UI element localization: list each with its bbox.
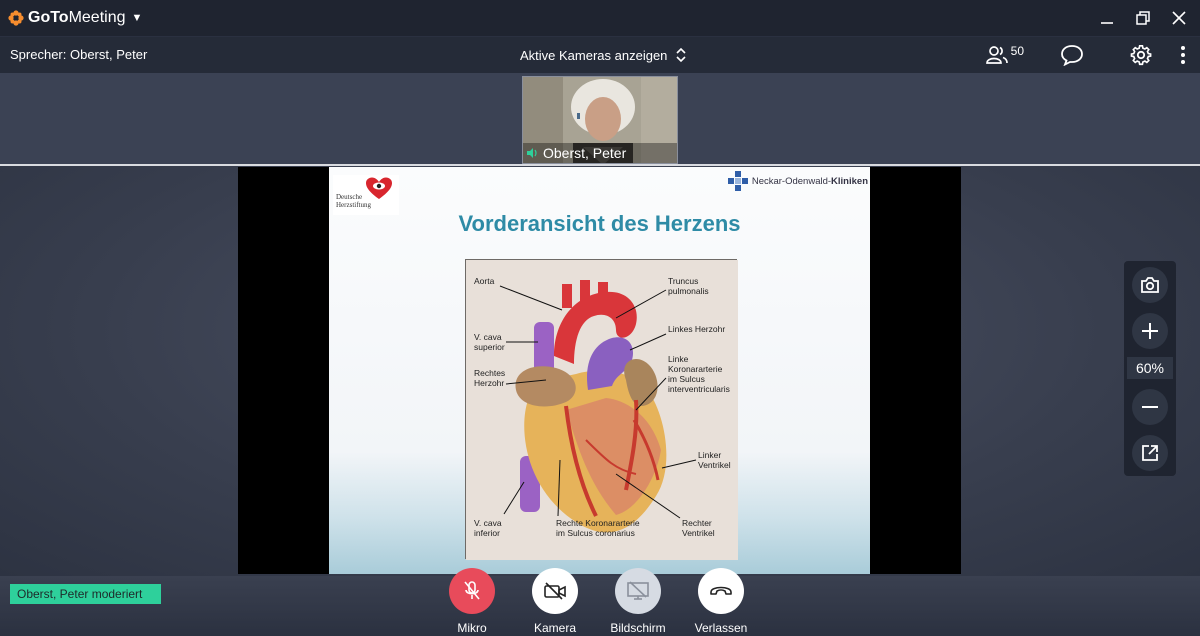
- camera-label: Kamera: [533, 621, 577, 635]
- screen-share-off-icon: [627, 581, 649, 600]
- moderator-badge: Oberst, Peter moderiert: [10, 584, 161, 604]
- minimize-icon[interactable]: [1098, 9, 1116, 27]
- app-menu-caret-icon[interactable]: ▼: [132, 12, 143, 24]
- camera-view-label: Aktive Kameras anzeigen: [520, 47, 668, 63]
- leave-button-circle: [698, 568, 744, 614]
- restore-icon[interactable]: [1134, 9, 1152, 27]
- camera-button[interactable]: Kamera: [515, 568, 595, 635]
- close-icon[interactable]: [1170, 9, 1188, 27]
- leave-label: Verlassen: [694, 621, 748, 635]
- leave-button[interactable]: Verlassen: [681, 568, 761, 635]
- mic-label: Mikro: [457, 621, 487, 635]
- mic-muted-icon: [464, 581, 480, 600]
- screen-share-button-circle: [615, 568, 661, 614]
- zoom-level: 60%: [1127, 357, 1173, 379]
- external-window-icon: [1142, 445, 1158, 461]
- app-logo[interactable]: GoToMeeting ▼: [8, 9, 142, 27]
- slide-logo-left: Deutsche Herzstiftung: [333, 175, 399, 215]
- attendees-button[interactable]: 50: [985, 42, 1024, 68]
- label-linker-ventrikel: Linker Ventrikel: [698, 450, 731, 470]
- more-options-button[interactable]: [1180, 42, 1186, 68]
- popout-button[interactable]: [1132, 435, 1168, 471]
- clinic-cross-logo-icon: [727, 171, 748, 191]
- webcam-tile[interactable]: Oberst, Peter: [522, 76, 678, 164]
- zoom-out-button[interactable]: [1132, 389, 1168, 425]
- active-speaker-label: Sprecher: Oberst, Peter: [10, 47, 148, 62]
- title-bar: GoToMeeting ▼: [0, 0, 1200, 36]
- minus-icon: [1142, 406, 1158, 408]
- screen-share-stage: Deutsche Herzstiftung Neckar-Odenwald-Kl…: [0, 166, 1200, 576]
- label-rechtes-herzohr: Rechtes Herzohr: [474, 368, 506, 388]
- label-linke-koronar: Linke Koronararterie im Sulcus intervent…: [668, 354, 730, 394]
- label-aorta: Aorta: [474, 276, 495, 286]
- slide-logo-right-text: Neckar-Odenwald-Kliniken: [751, 175, 868, 187]
- snapshot-button[interactable]: [1132, 267, 1168, 303]
- mic-button[interactable]: Mikro: [432, 568, 512, 635]
- camera-strip: Oberst, Peter: [0, 73, 1200, 164]
- chat-bubble-icon: [1061, 45, 1083, 66]
- app-title: GoToMeeting: [28, 9, 126, 26]
- zoom-panel: 60%: [1124, 261, 1176, 476]
- people-icon: [985, 46, 1008, 64]
- camera-snapshot-icon: [1141, 277, 1159, 293]
- camera-button-circle: [532, 568, 578, 614]
- slide-title: Vorderansicht des Herzens: [458, 211, 741, 236]
- meeting-toolbar: Sprecher: Oberst, Peter Aktive Kameras a…: [0, 37, 1200, 73]
- label-rechter-ventrikel: Rechter Ventrikel: [682, 518, 715, 538]
- chat-button[interactable]: [1060, 42, 1084, 68]
- webcam-name-bar: Oberst, Peter: [523, 143, 677, 163]
- camera-off-icon: [544, 582, 566, 600]
- screen-share-button[interactable]: Bildschirm: [598, 568, 678, 635]
- presentation-slide: Deutsche Herzstiftung Neckar-Odenwald-Kl…: [329, 167, 870, 574]
- hang-up-icon: [710, 586, 732, 595]
- slide-logo-right: Neckar-Odenwald-Kliniken: [727, 171, 868, 191]
- camera-view-dropdown[interactable]: Aktive Kameras anzeigen: [520, 46, 687, 64]
- speaker-audio-icon: [527, 148, 537, 158]
- gear-icon: [1130, 45, 1152, 66]
- label-rechte-koronar: Rechte Koronararterie im Sulcus coronari…: [556, 518, 640, 538]
- heart-logo-icon: [366, 177, 392, 199]
- plus-icon: [1142, 323, 1158, 339]
- label-vcava-superior: V. cava superior: [474, 332, 505, 352]
- settings-button[interactable]: [1130, 42, 1152, 68]
- zoom-in-button[interactable]: [1132, 313, 1168, 349]
- screen-share-label: Bildschirm: [610, 621, 666, 635]
- webcam-participant-name: Oberst, Peter: [543, 145, 627, 161]
- gotomeeting-flower-icon: [8, 10, 24, 26]
- label-truncus: Truncus pulmonalis: [668, 276, 709, 296]
- kebab-menu-icon: [1181, 46, 1185, 64]
- attendee-count: 50: [1010, 44, 1024, 58]
- shared-screen[interactable]: Deutsche Herzstiftung Neckar-Odenwald-Kl…: [238, 167, 961, 574]
- updown-chevron-icon: [676, 47, 686, 63]
- label-linkes-herzohr: Linkes Herzohr: [668, 324, 726, 334]
- heart-illustration: [466, 260, 738, 560]
- label-vcava-inferior: V. cava inferior: [474, 518, 502, 538]
- heart-diagram: Aorta Truncus pulmonalis V. cava superio…: [465, 259, 738, 560]
- mic-button-circle: [449, 568, 495, 614]
